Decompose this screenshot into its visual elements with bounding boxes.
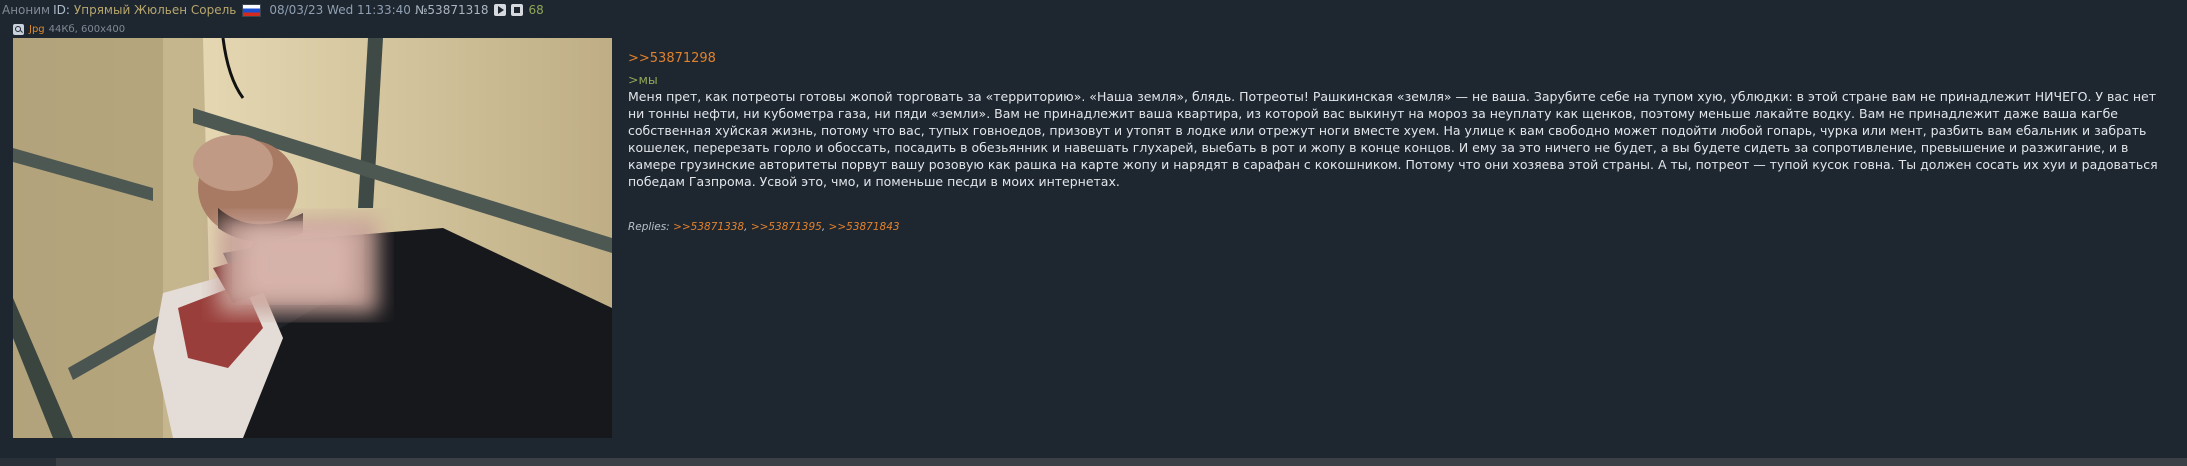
replies-list: Replies: >>53871338, >>53871395, >>53871… xyxy=(628,221,900,233)
poster-nickname: Упрямый Жюльен Сорель xyxy=(73,3,237,17)
reply-link-2[interactable]: >>53871395 xyxy=(751,221,822,233)
reply-separator: , xyxy=(821,221,829,233)
file-ext-link[interactable]: Jpg xyxy=(29,24,45,35)
search-icon[interactable] xyxy=(13,23,24,35)
post-image-thumbnail[interactable] xyxy=(13,38,612,438)
file-meta: 44Кб, 600x400 xyxy=(48,23,126,35)
reply-to-link[interactable]: >>53871298 xyxy=(628,50,2168,67)
post-body: >>53871298 >мы Меня прет, как потреоты г… xyxy=(628,50,2168,190)
reply-link-1[interactable]: >>53871338 xyxy=(673,221,744,233)
post-datetime: 08/03/23 Wed 11:33:40 xyxy=(269,3,411,17)
replies-label: Replies: xyxy=(628,221,670,233)
russia-flag-icon xyxy=(242,3,262,17)
file-info: Jpg 44Кб, 600x400 xyxy=(13,22,125,36)
next-post-corner xyxy=(0,458,56,466)
post-header: Аноним ID: Упрямый Жюльен Сорель 08/03/2… xyxy=(2,2,544,18)
poster-id-label: ID: xyxy=(53,3,70,17)
post: Аноним ID: Упрямый Жюльен Сорель 08/03/2… xyxy=(0,0,2187,458)
reply-count-badge: 68 xyxy=(528,3,544,17)
greentext-quote: >мы xyxy=(628,72,658,87)
poster-name: Аноним xyxy=(2,3,51,17)
stop-icon[interactable] xyxy=(510,4,523,16)
play-icon[interactable] xyxy=(493,4,506,16)
post-message: Меня прет, как потреоты готовы жопой тор… xyxy=(628,89,2158,189)
reply-link-3[interactable]: >>53871843 xyxy=(829,221,900,233)
post-number-link[interactable]: №53871318 xyxy=(415,3,489,17)
next-post-edge xyxy=(0,458,2187,466)
reply-separator: , xyxy=(744,221,751,233)
